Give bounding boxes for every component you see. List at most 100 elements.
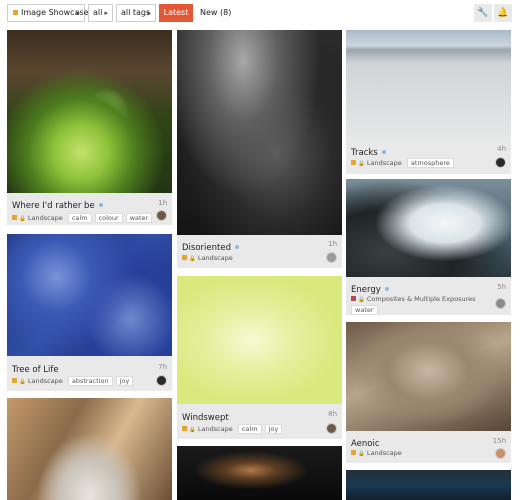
avatar[interactable]	[495, 448, 506, 459]
unread-dot-icon	[381, 150, 386, 154]
tag-chip[interactable]: abstraction	[67, 376, 113, 386]
lock-icon: 🔒	[358, 297, 365, 303]
lock-icon: 🔒	[19, 216, 26, 222]
topic-card[interactable]	[7, 398, 172, 500]
subcategory-dropdown[interactable]: all ▸	[88, 4, 113, 22]
topic-category[interactable]: Landscape	[367, 449, 402, 457]
category-color-swatch	[351, 160, 356, 165]
topic-title-text: Energy	[351, 285, 381, 295]
topic-title[interactable]: Disoriented	[182, 243, 239, 253]
topic-filter-bar: Image Showcase ▸ all ▸ all tags ▸ Latest…	[0, 0, 527, 26]
topic-title[interactable]: Where I'd rather be	[12, 201, 103, 211]
category-color-swatch	[13, 10, 18, 15]
category-color-swatch	[12, 215, 17, 220]
topic-thumbnail[interactable]	[346, 179, 511, 277]
topic-title[interactable]: Aenoic	[351, 439, 380, 449]
topic-age: 1h	[158, 199, 167, 207]
avatar[interactable]	[156, 375, 167, 386]
topic-card[interactable]: Windswept 8h 🔒 Landscape calm joy	[177, 276, 342, 439]
wrench-icon[interactable]: 🔧	[474, 4, 492, 22]
topic-title-text: Where I'd rather be	[12, 201, 95, 211]
lock-icon: 🔒	[358, 451, 365, 457]
avatar[interactable]	[495, 157, 506, 168]
tag-chip[interactable]: atmosphere	[406, 158, 454, 168]
topic-card[interactable]: Aenoic 15h 🔒 Landscape	[346, 322, 511, 463]
topic-title[interactable]: Energy	[351, 285, 389, 295]
tags-dropdown-label: all tags	[121, 8, 151, 17]
topic-thumbnail[interactable]	[346, 470, 511, 500]
lock-icon: 🔒	[358, 161, 365, 167]
avatar[interactable]	[495, 298, 506, 309]
topic-age: 8h	[328, 410, 337, 418]
topic-card[interactable]: Tree of Life 7h 🔒 Landscape abstraction jo…	[7, 234, 172, 391]
lock-icon: 🔒	[19, 379, 26, 385]
topic-tags: 🔒 Landscape abstraction joy	[12, 376, 134, 386]
topic-category[interactable]: Landscape	[198, 254, 233, 262]
topic-thumbnail[interactable]	[7, 234, 172, 356]
category-color-swatch	[182, 426, 187, 431]
unread-dot-icon	[98, 203, 103, 207]
topic-category[interactable]: Landscape	[198, 425, 233, 433]
tag-chip[interactable]: water	[125, 213, 153, 223]
topic-card[interactable]: Tracks 4h 🔒 Landscape atmosphere	[346, 30, 511, 174]
tag-chip[interactable]: calm	[237, 424, 262, 434]
category-color-swatch	[351, 450, 356, 455]
caret-right-icon: ▸	[147, 9, 151, 17]
tag-chip[interactable]: joy	[115, 376, 134, 386]
latest-tab[interactable]: Latest	[159, 4, 193, 22]
unread-dot-icon	[384, 287, 389, 291]
new-tab[interactable]: New (8)	[200, 4, 231, 22]
topic-card[interactable]	[177, 446, 342, 500]
topic-title[interactable]: Tracks	[351, 148, 386, 158]
tag-chip[interactable]: colour	[94, 213, 123, 223]
topic-age: 7h	[158, 363, 167, 371]
topic-age: 1h	[328, 240, 337, 248]
tag-chip[interactable]: calm	[67, 213, 92, 223]
topic-title[interactable]: Tree of Life	[12, 365, 59, 375]
topic-thumbnail[interactable]	[177, 276, 342, 404]
topic-card[interactable]	[346, 470, 511, 500]
tag-chip[interactable]: joy	[264, 424, 283, 434]
topic-age: 15h	[492, 437, 506, 445]
topic-title-text: Tracks	[351, 148, 378, 158]
caret-right-icon: ▸	[104, 9, 108, 17]
topic-thumbnail[interactable]	[177, 30, 342, 235]
topic-thumbnail[interactable]	[177, 446, 342, 500]
topic-title-text: Disoriented	[182, 243, 231, 253]
topic-thumbnail[interactable]	[346, 30, 511, 140]
topic-title-text: Aenoic	[351, 439, 380, 449]
topic-age: 5h	[497, 283, 506, 291]
topic-category[interactable]: Composites & Multiple Exposures	[367, 295, 476, 303]
topic-title[interactable]: Windswept	[182, 413, 229, 423]
category-color-swatch	[182, 255, 187, 260]
avatar[interactable]	[326, 423, 337, 434]
category-dropdown[interactable]: Image Showcase ▸	[7, 4, 89, 22]
topic-tags: 🔒 Composites & Multiple Exposures	[351, 295, 476, 303]
topic-thumbnail[interactable]	[346, 322, 511, 431]
subcategory-dropdown-label: all	[93, 8, 103, 17]
topic-category[interactable]: Landscape	[28, 214, 63, 222]
topic-category[interactable]: Landscape	[28, 377, 63, 385]
tag-chip[interactable]: water	[351, 305, 378, 315]
topic-tags: 🔒 Landscape calm colour water	[12, 213, 153, 223]
topic-thumbnail[interactable]	[7, 30, 172, 193]
tags-dropdown[interactable]: all tags ▸	[116, 4, 156, 22]
topic-card[interactable]: Disoriented 1h 🔒 Landscape	[177, 30, 342, 268]
topic-card[interactable]: Where I'd rather be 1h 🔒 Landscape calm co…	[7, 30, 172, 225]
bell-icon[interactable]: 🔔	[494, 4, 512, 22]
caret-right-icon: ▸	[76, 9, 80, 17]
topic-tags: 🔒 Landscape	[182, 254, 233, 262]
topic-tags: 🔒 Landscape atmosphere	[351, 158, 454, 168]
category-color-swatch	[351, 296, 356, 301]
topic-age: 4h	[497, 145, 506, 153]
topic-category[interactable]: Landscape	[367, 159, 402, 167]
avatar[interactable]	[326, 252, 337, 263]
topic-card[interactable]: Energy 5h 🔒 Composites & Multiple Exposur…	[346, 179, 511, 315]
lock-icon: 🔒	[189, 427, 196, 433]
topic-thumbnail[interactable]	[7, 398, 172, 500]
unread-dot-icon	[234, 245, 239, 249]
topic-tags: 🔒 Landscape calm joy	[182, 424, 283, 434]
topic-tags: 🔒 Landscape	[351, 449, 402, 457]
avatar[interactable]	[156, 210, 167, 221]
topic-title-text: Windswept	[182, 413, 229, 423]
